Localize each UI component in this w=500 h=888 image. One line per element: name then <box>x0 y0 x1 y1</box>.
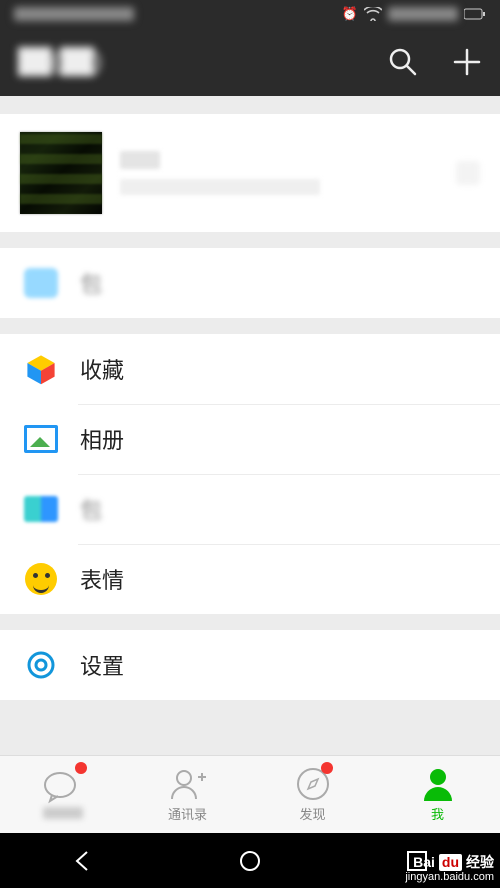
group-wallet: 包 <box>0 248 500 318</box>
avatar <box>20 132 102 214</box>
contacts-icon <box>170 767 206 801</box>
watermark-url: jingyan.baidu.com <box>405 871 494 884</box>
chevron-right-icon <box>456 161 480 185</box>
header: ██(██) <box>0 28 500 96</box>
status-right: ⏰ <box>342 6 486 22</box>
tab-chats[interactable] <box>0 756 125 833</box>
me-icon <box>423 767 453 801</box>
add-icon[interactable] <box>452 47 482 77</box>
status-left <box>14 7 134 21</box>
photo-icon <box>24 422 58 456</box>
menu-item-album[interactable]: 相册 <box>0 404 500 474</box>
profile-name <box>120 151 160 169</box>
nav-back[interactable] <box>69 847 97 875</box>
tab-me[interactable]: 我 <box>375 756 500 833</box>
search-icon[interactable] <box>388 47 418 77</box>
tab-label-me: 我 <box>431 804 444 823</box>
tab-label-discover: 发现 <box>299 804 325 823</box>
menu-item-settings[interactable]: 设置 <box>0 630 500 700</box>
menu-item-stickers[interactable]: 表情 <box>0 544 500 614</box>
watermark: Baidu经验 jingyan.baidu.com <box>405 854 494 884</box>
alarm-icon: ⏰ <box>342 6 358 22</box>
carrier-text <box>14 7 134 21</box>
tab-discover[interactable]: 发现 <box>250 756 375 833</box>
badge-dot <box>321 762 333 774</box>
tab-label-chats <box>43 807 83 819</box>
nav-home[interactable] <box>236 847 264 875</box>
group-features: 收藏 相册 包 表情 <box>0 334 500 614</box>
wallet-icon <box>24 266 58 300</box>
battery-icon <box>464 8 486 20</box>
badge-dot <box>75 762 87 774</box>
content: 包 收藏 相册 包 表情 设置 <box>0 114 500 700</box>
wifi-icon <box>364 7 382 21</box>
menu-label-stickers: 表情 <box>80 563 124 595</box>
header-actions <box>388 47 482 77</box>
chat-icon <box>44 770 82 804</box>
watermark-mid: du <box>439 854 462 871</box>
gear-icon <box>24 648 58 682</box>
menu-item-cards[interactable]: 包 <box>0 474 500 544</box>
cube-icon <box>24 352 58 386</box>
menu-label-favorites: 收藏 <box>80 353 124 385</box>
tab-contacts[interactable]: 通讯录 <box>125 756 250 833</box>
menu-item-favorites[interactable]: 收藏 <box>0 334 500 404</box>
menu-label-cards: 包 <box>80 493 102 525</box>
menu-label-settings: 设置 <box>80 649 124 681</box>
menu-label-album: 相册 <box>80 423 124 455</box>
status-bar: ⏰ <box>0 0 500 28</box>
profile-text <box>120 151 320 195</box>
time-text <box>388 7 458 21</box>
card-icon <box>24 492 58 526</box>
menu-item-wallet[interactable]: 包 <box>0 248 500 318</box>
profile-id <box>120 179 320 195</box>
tab-bar: 通讯录 发现 我 <box>0 755 500 833</box>
watermark-prefix: Bai <box>413 854 435 871</box>
smile-icon <box>24 562 58 596</box>
page-title: ██(██) <box>18 48 102 76</box>
profile-row[interactable] <box>0 114 500 232</box>
menu-label-wallet: 包 <box>80 267 102 299</box>
watermark-suffix: 经验 <box>466 854 494 871</box>
tab-label-contacts: 通讯录 <box>168 804 207 823</box>
group-settings: 设置 <box>0 630 500 700</box>
watermark-logo: Baidu经验 <box>405 854 494 871</box>
